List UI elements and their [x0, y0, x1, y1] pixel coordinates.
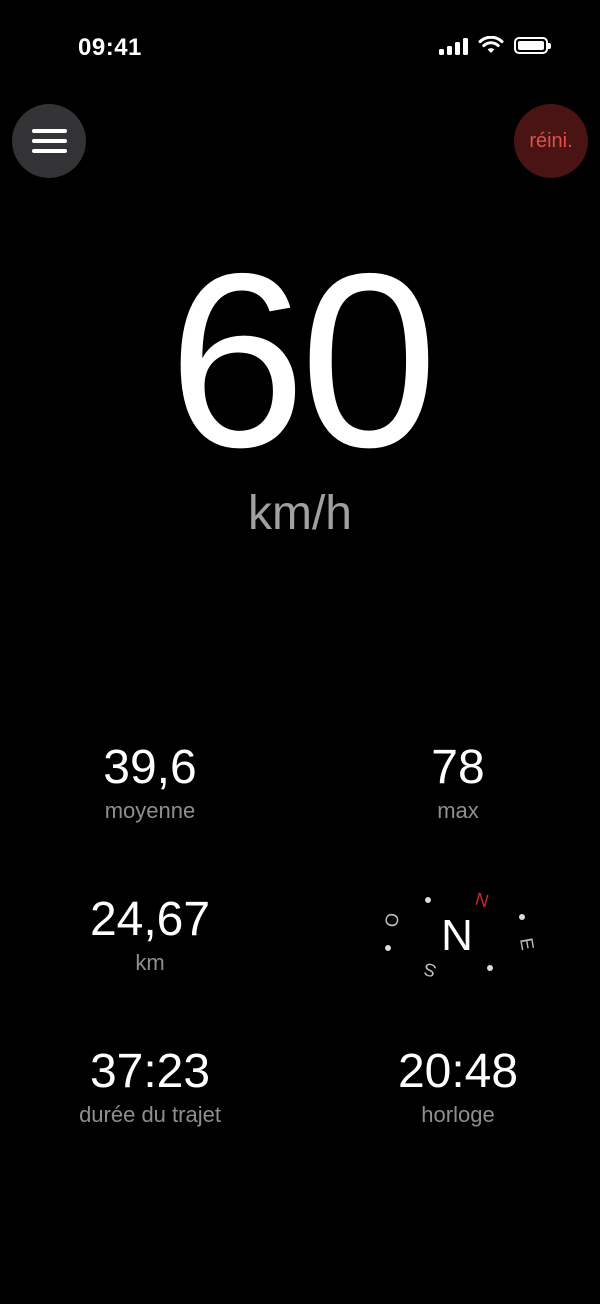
compass-east: E: [516, 936, 538, 951]
distance-value: 24,67: [89, 893, 211, 946]
compass: N N E S O: [381, 889, 538, 982]
trip-duration-value: 37:23: [89, 1045, 211, 1098]
compass-west: O: [381, 911, 403, 928]
compass-tick: [519, 914, 525, 920]
clock-label: horloge: [421, 1102, 495, 1127]
menu-icon-bar: [31, 129, 67, 133]
average-speed-label: moyenne: [104, 798, 196, 823]
menu-icon-bar: [31, 139, 67, 143]
compass-tick: [385, 945, 391, 951]
menu-icon-bar: [31, 149, 67, 153]
stat-clock: 20:48 horloge: [308, 1048, 600, 1128]
cellular-signal-icon: [439, 37, 468, 55]
clock-value: 20:48: [397, 1045, 519, 1098]
status-time: 09:41: [78, 34, 142, 61]
stat-average: 39,6 moyenne: [0, 744, 300, 824]
status-icons: [439, 36, 551, 55]
distance-label: km: [135, 950, 165, 975]
compass-marker: N: [473, 889, 491, 912]
battery-icon: [514, 37, 551, 54]
stat-distance: 24,67 km: [0, 896, 300, 976]
average-speed-value: 39,6: [103, 741, 197, 794]
wifi-icon: [478, 36, 504, 53]
stat-duration: 37:23 durée du trajet: [0, 1048, 300, 1128]
compass-tick: [425, 897, 431, 903]
compass-heading: N: [441, 911, 473, 960]
speed-unit: km/h: [247, 487, 352, 540]
stat-max: 78 max: [308, 744, 600, 824]
menu-button[interactable]: [12, 104, 86, 178]
trip-duration-label: durée du trajet: [79, 1102, 221, 1127]
max-speed-label: max: [437, 798, 479, 823]
compass-tick: [487, 965, 493, 971]
reset-button[interactable]: réini.: [514, 104, 588, 178]
current-speed: 60: [168, 221, 438, 499]
max-speed-value: 78: [431, 741, 485, 794]
compass-south: S: [422, 959, 439, 981]
